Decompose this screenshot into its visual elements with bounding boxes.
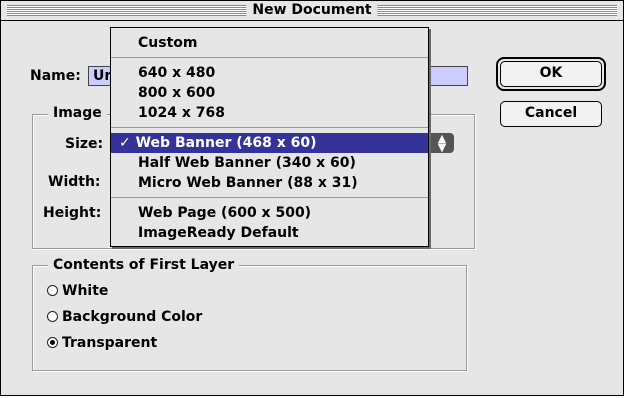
height-label: Height: — [43, 205, 102, 221]
menu-item-half-web-banner[interactable]: Half Web Banner (340 x 60) — [111, 153, 428, 173]
title-bar[interactable]: New Document — [1, 1, 623, 21]
width-label: Width: — [48, 174, 101, 190]
cancel-button[interactable]: Cancel — [500, 101, 602, 127]
radio-button-selected-icon[interactable] — [47, 337, 58, 348]
menu-item-800x600[interactable]: 800 x 600 — [111, 83, 428, 103]
menu-item-1024x768[interactable]: 1024 x 768 — [111, 103, 428, 123]
menu-item-web-page[interactable]: Web Page (600 x 500) — [111, 203, 428, 223]
ok-button[interactable]: OK — [500, 61, 602, 87]
checkmark-icon: ✓ — [119, 135, 131, 151]
contents-group-title: Contents of First Layer — [48, 257, 240, 273]
menu-separator — [111, 197, 428, 198]
radio-button-icon[interactable] — [47, 311, 58, 322]
menu-item-web-banner-label: Web Banner (468 x 60) — [135, 135, 317, 151]
menu-separator — [111, 127, 428, 128]
size-popup-arrows-icon[interactable]: ▲ ▼ — [430, 133, 454, 153]
menu-item-web-banner[interactable]: ✓ Web Banner (468 x 60) — [111, 133, 428, 153]
image-group-title: Image — [48, 105, 107, 121]
size-label: Size: — [65, 136, 104, 152]
radio-button-icon[interactable] — [47, 285, 58, 296]
menu-item-micro-web-banner[interactable]: Micro Web Banner (88 x 31) — [111, 173, 428, 193]
radio-white-label: White — [62, 283, 109, 299]
new-document-dialog: New Document Name: Ur OK Cancel Image Si… — [0, 0, 624, 396]
window-title: New Document — [246, 1, 378, 20]
menu-item-640x480[interactable]: 640 x 480 — [111, 63, 428, 83]
name-label: Name: — [30, 68, 81, 84]
size-dropdown-menu: Custom 640 x 480 800 x 600 1024 x 768 ✓ … — [110, 27, 429, 247]
radio-transparent[interactable]: Transparent — [47, 333, 157, 353]
radio-white[interactable]: White — [47, 281, 108, 301]
menu-item-imageready-default[interactable]: ImageReady Default — [111, 223, 428, 243]
radio-background-color-label: Background Color — [62, 309, 203, 325]
menu-separator — [111, 57, 428, 58]
radio-background-color[interactable]: Background Color — [47, 307, 202, 327]
radio-transparent-label: Transparent — [62, 335, 158, 351]
menu-item-custom[interactable]: Custom — [111, 33, 428, 53]
